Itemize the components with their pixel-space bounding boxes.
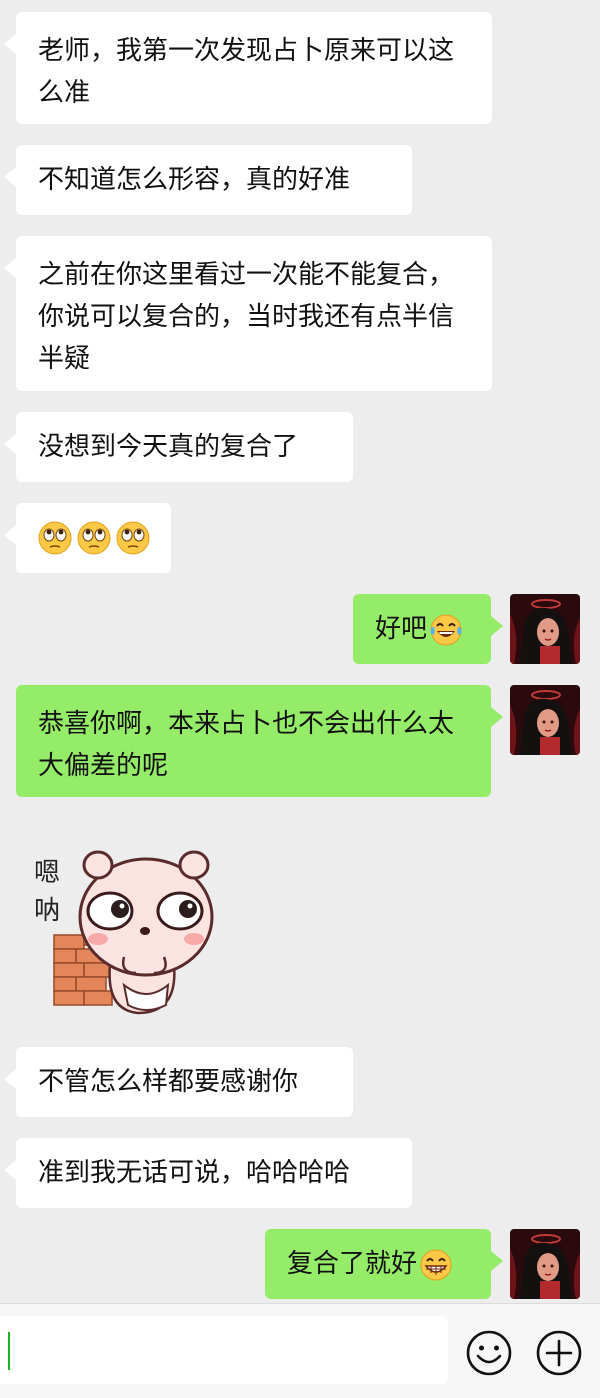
message-text: 不管怎么样都要感谢你 xyxy=(38,1067,299,1097)
rolling-eyes-emoji xyxy=(77,521,111,555)
avatar[interactable] xyxy=(510,685,580,755)
avatar-image xyxy=(510,594,580,664)
message-text: 恭喜你啊，本来占卜也不会出什么太大偏差的呢 xyxy=(38,709,455,781)
message-bubble-left[interactable]: 不知道怎么形容，真的好准 xyxy=(4,145,412,215)
avatar-image xyxy=(510,685,580,755)
message-text: 没想到今天真的复合了 xyxy=(38,432,299,462)
message-input[interactable] xyxy=(0,1316,448,1384)
pig-sticker-image: 嗯 呐 xyxy=(34,850,214,1015)
rolling-eyes-emoji xyxy=(38,521,72,555)
message-text: 复合了就好 xyxy=(287,1249,418,1279)
plus-circle-icon[interactable] xyxy=(534,1328,584,1378)
message-bubble-left[interactable]: 之前在你这里看过一次能不能复合，你说可以复合的，当时我还有点半信半疑 xyxy=(4,236,492,391)
message-text: 之前在你这里看过一次能不能复合，你说可以复合的，当时我还有点半信半疑 xyxy=(38,260,455,374)
message-bubble-left[interactable]: 不管怎么样都要感谢你 xyxy=(4,1047,353,1117)
avatar[interactable] xyxy=(510,594,580,664)
message-bubble-left[interactable]: 老师，我第一次发现占卜原来可以这么准 xyxy=(4,12,492,124)
grin-emoji xyxy=(420,1249,452,1280)
message-text: 准到我无话可说，哈哈哈哈 xyxy=(38,1158,351,1188)
message-bubble-right[interactable]: 复合了就好 xyxy=(265,1229,503,1299)
message-bubble-right[interactable]: 好吧 xyxy=(353,594,503,664)
rolling-eyes-emoji-row xyxy=(38,521,150,555)
sticker-text-2: 呐 xyxy=(34,896,60,926)
message-bubble-left[interactable]: 准到我无话可说，哈哈哈哈 xyxy=(4,1138,412,1208)
message-bubble-right[interactable]: 恭喜你啊，本来占卜也不会出什么太大偏差的呢 xyxy=(16,685,503,797)
message-text: 好吧 xyxy=(375,614,428,644)
message-text: 老师，我第一次发现占卜原来可以这么准 xyxy=(38,36,455,108)
message-text: 不知道怎么形容，真的好准 xyxy=(38,165,351,195)
avatar[interactable] xyxy=(510,1229,580,1299)
sticker-text-1: 嗯 xyxy=(34,858,60,888)
input-bar xyxy=(0,1303,600,1398)
message-bubble-left[interactable] xyxy=(4,503,171,573)
laugh-tears-emoji xyxy=(430,614,462,645)
emoji-face-icon[interactable] xyxy=(464,1328,514,1378)
message-bubble-left[interactable]: 没想到今天真的复合了 xyxy=(4,412,353,482)
rolling-eyes-emoji xyxy=(116,521,150,555)
avatar-image xyxy=(510,1229,580,1299)
pig-sticker[interactable]: 嗯 呐 xyxy=(28,835,228,1025)
text-cursor xyxy=(8,1332,10,1370)
